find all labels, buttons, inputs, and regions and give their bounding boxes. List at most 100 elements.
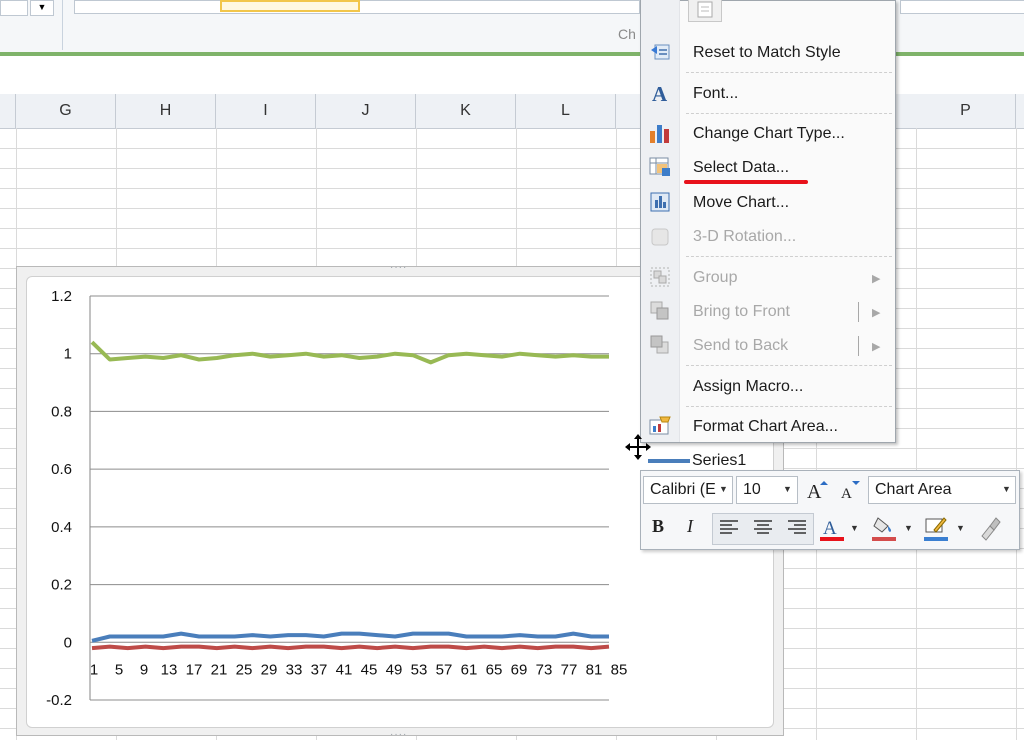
submenu-arrow-icon: ▶ (872, 273, 881, 285)
outline-color-icon[interactable] (922, 514, 950, 544)
y-tick-label: 0 (64, 634, 72, 651)
ribbon-combo[interactable] (0, 0, 28, 16)
x-tick-label: 65 (486, 661, 503, 678)
menu-item-change-chart-type[interactable]: Change Chart Type... (693, 125, 845, 143)
y-tick-label: 0.6 (51, 461, 72, 478)
x-tick-label: 1 (90, 661, 98, 678)
align-left-icon[interactable] (714, 516, 744, 542)
column-header-k[interactable]: K (416, 94, 516, 128)
chart-element-selector[interactable]: Chart Area (868, 476, 1016, 504)
menu-item-group: Group (693, 269, 738, 286)
x-tick-label: 49 (386, 661, 403, 678)
menu-item-select-data[interactable]: Select Data... (693, 159, 789, 177)
chevron-down-icon[interactable]: ▼ (783, 484, 792, 494)
context-menu-icon-column (641, 0, 680, 442)
svg-text:A: A (841, 486, 852, 502)
chart-resize-handle-top[interactable]: ···· (390, 262, 407, 273)
chevron-down-icon[interactable]: ▼ (904, 523, 913, 533)
align-right-icon[interactable] (782, 516, 812, 542)
svg-text:A: A (807, 481, 822, 503)
menu-separator (686, 113, 892, 114)
x-tick-label: 5 (115, 661, 123, 678)
chevron-down-icon[interactable]: ▼ (956, 523, 965, 533)
y-tick-label: 1 (64, 346, 72, 363)
red-annotation-underline (684, 180, 808, 184)
column-header-g[interactable]: G (16, 94, 116, 128)
svg-text:A: A (652, 82, 668, 105)
series-line-1 (91, 631, 609, 643)
fill-color-icon[interactable] (870, 514, 898, 544)
menu-separator (686, 256, 892, 257)
menu-item-reset-to-match-style[interactable]: Reset to Match Style (693, 44, 841, 62)
column-header-l[interactable]: L (516, 94, 616, 128)
x-tick-label: 37 (311, 661, 328, 678)
menu-separator (686, 365, 892, 366)
y-tick-label: -0.2 (46, 692, 72, 709)
menu-item-move-chart[interactable]: Move Chart... (693, 194, 789, 212)
submenu-arrow-icon: ▶ (872, 307, 881, 319)
x-tick-label: 21 (211, 661, 228, 678)
italic-button[interactable]: I (678, 516, 702, 542)
bring-front-icon (648, 299, 672, 323)
x-tick-label: 73 (536, 661, 553, 678)
x-tick-label: 41 (336, 661, 353, 678)
x-tick-label: 33 (286, 661, 303, 678)
chart-element-value: Chart Area (875, 481, 952, 498)
font-size-value: 10 (743, 481, 761, 498)
column-header-i[interactable]: I (216, 94, 316, 128)
chart-style-selected[interactable] (220, 0, 360, 12)
svg-text:A: A (823, 518, 837, 539)
column-header-edge (0, 94, 16, 128)
x-tick-label: 61 (461, 661, 478, 678)
y-tick-label: 0.2 (51, 577, 72, 594)
font-a-icon: A (648, 81, 672, 106)
x-tick-label: 53 (411, 661, 428, 678)
menu-item-send-to-back: Send to Back (693, 337, 789, 354)
ribbon-dropdown-arrow[interactable]: ▼ (30, 0, 54, 16)
column-header-h[interactable]: H (116, 94, 216, 128)
chevron-down-icon[interactable]: ▼ (719, 484, 728, 494)
chevron-down-icon[interactable]: ▼ (1002, 484, 1011, 494)
legend-series1-label[interactable]: Series1 (692, 452, 746, 470)
y-tick-label: 0.8 (51, 403, 72, 420)
group-icon (648, 265, 672, 289)
font-name-value: Calibri (E (650, 481, 716, 498)
submenu-arrow-icon: ▶ (872, 341, 881, 353)
x-tick-label: 77 (561, 661, 578, 678)
shrink-font-icon[interactable]: A (836, 476, 864, 504)
column-header-p[interactable]: P (916, 94, 1016, 128)
menu-separator (686, 72, 892, 73)
rotation-3d-icon (648, 225, 672, 249)
x-tick-label: 81 (586, 661, 603, 678)
x-tick-label: 45 (361, 661, 378, 678)
y-tick-label: 1.2 (51, 288, 72, 305)
x-tick-label: 25 (236, 661, 253, 678)
grow-font-icon[interactable]: A (804, 476, 832, 504)
format-painter-icon[interactable] (976, 514, 1004, 544)
bar-chart-icon (648, 121, 672, 145)
chevron-down-icon[interactable]: ▼ (850, 523, 859, 533)
ribbon-divider (62, 0, 63, 50)
align-center-icon[interactable] (748, 516, 778, 542)
x-tick-label: 85 (611, 661, 628, 678)
y-tick-label: 0.4 (51, 519, 72, 536)
paste-icon[interactable] (688, 0, 722, 22)
font-color-icon[interactable]: A (818, 514, 846, 544)
split-divider (858, 336, 859, 356)
x-tick-label: 69 (511, 661, 528, 678)
chart-resize-handle-bottom[interactable]: ···· (390, 729, 407, 740)
ribbon-group-label: Ch (618, 26, 636, 42)
column-header-j[interactable]: J (316, 94, 416, 128)
split-divider (858, 302, 859, 322)
menu-item-font[interactable]: Font... (693, 85, 738, 103)
series-line-2 (91, 644, 610, 651)
menu-item-assign-macro[interactable]: Assign Macro... (693, 378, 803, 396)
x-tick-label: 9 (140, 661, 148, 678)
x-tick-label: 13 (161, 661, 178, 678)
menu-item-bring-to-front: Bring to Front (693, 303, 790, 320)
ribbon-right-box[interactable] (900, 0, 1024, 14)
x-tick-label: 57 (436, 661, 453, 678)
menu-item-format-chart-area[interactable]: Format Chart Area... (693, 418, 838, 436)
select-data-icon (648, 155, 672, 179)
bold-button[interactable]: B (646, 516, 670, 542)
